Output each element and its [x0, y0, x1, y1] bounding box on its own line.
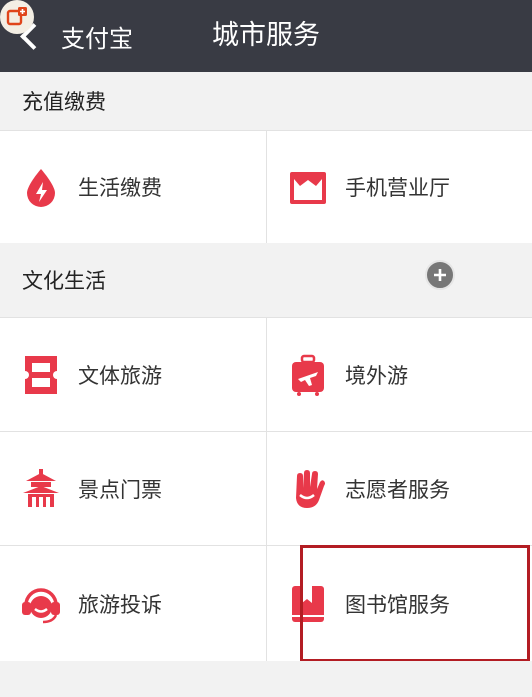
service-volunteer[interactable]: 志愿者服务	[266, 432, 532, 545]
ticket-icon	[20, 354, 62, 396]
service-row: 景点门票 志愿者服务	[0, 432, 532, 546]
page-title: 城市服务	[212, 20, 320, 51]
navbar: 支付宝 城市服务	[0, 0, 532, 72]
service-label: 旅游投诉	[78, 592, 162, 617]
pagoda-icon	[20, 468, 62, 510]
service-label: 文体旅游	[78, 363, 162, 388]
service-label: 志愿者服务	[345, 477, 450, 502]
drop-icon	[20, 166, 62, 208]
headset-icon	[20, 583, 62, 625]
service-utilities[interactable]: 生活缴费	[0, 131, 266, 243]
suitcase-plane-icon	[287, 354, 329, 396]
hand-icon	[287, 468, 329, 510]
floating-window-icon[interactable]	[0, 0, 34, 34]
service-culture-sports[interactable]: 文体旅游	[0, 318, 266, 431]
service-library[interactable]: 图书馆服务	[266, 546, 532, 661]
section-header-partial	[0, 661, 532, 697]
service-label: 景点门票	[78, 477, 162, 502]
service-label: 手机营业厅	[345, 176, 450, 200]
service-mobile-hall[interactable]: 手机营业厅	[266, 131, 532, 243]
add-icon[interactable]	[425, 260, 455, 290]
service-row: 生活缴费 手机营业厅	[0, 131, 532, 244]
section-title: 文化生活	[22, 269, 106, 293]
service-label: 图书馆服务	[345, 592, 450, 617]
service-scenic-tickets[interactable]: 景点门票	[0, 432, 266, 545]
service-overseas[interactable]: 境外游	[266, 318, 532, 431]
book-icon	[287, 583, 329, 625]
service-label: 生活缴费	[78, 176, 162, 200]
service-complaint[interactable]: 旅游投诉	[0, 546, 266, 661]
section-title: 充值缴费	[22, 90, 106, 114]
service-row: 旅游投诉 图书馆服务	[0, 546, 532, 662]
service-label: 境外游	[345, 363, 408, 388]
shop-icon	[287, 166, 329, 208]
service-row: 文体旅游 境外游	[0, 318, 532, 432]
section-header-recharge: 充值缴费	[0, 72, 532, 131]
